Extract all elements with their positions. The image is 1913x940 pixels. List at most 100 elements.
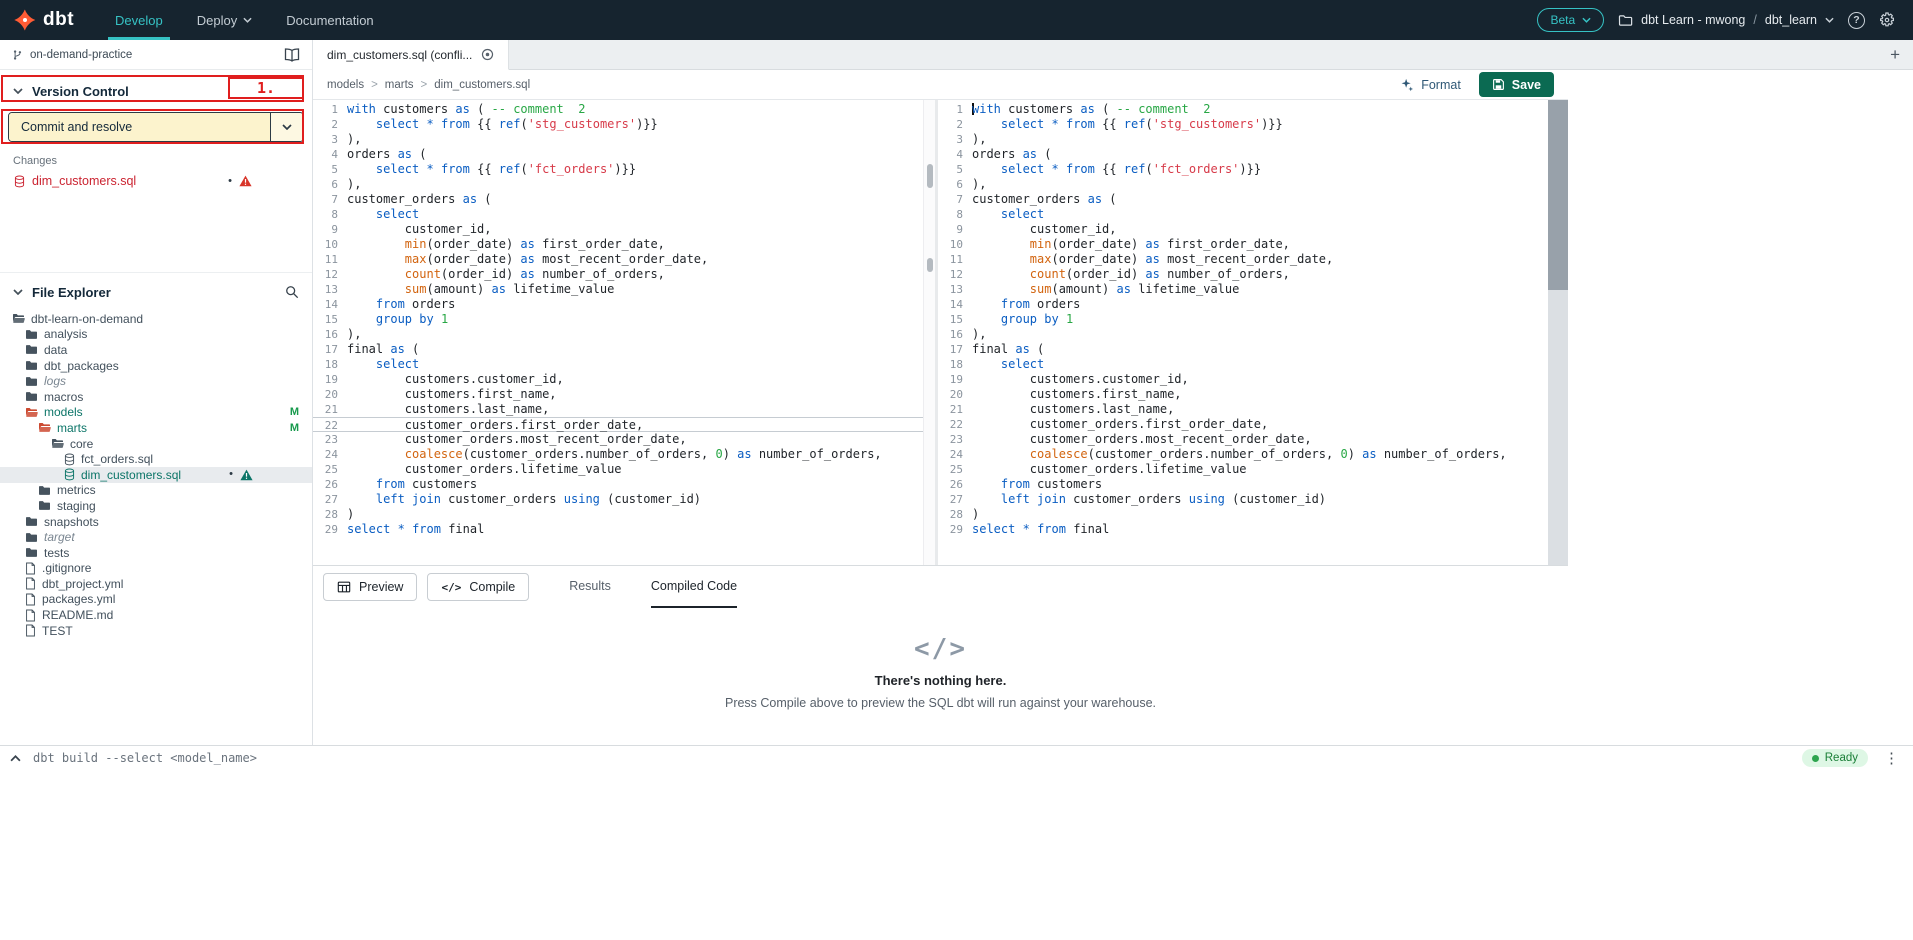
breadcrumb: models>marts>dim_customers.sql xyxy=(327,79,530,91)
results-panel: Preview </> Compile Results Compiled Code… xyxy=(313,565,1568,745)
line-number: 28 xyxy=(938,507,972,522)
code-line: 5 select * from {{ ref('fct_orders')}} xyxy=(313,162,923,177)
commit-dropdown-toggle[interactable] xyxy=(270,113,303,141)
code-line: 13 sum(amount) as lifetime_value xyxy=(938,282,1548,297)
tree-item-packages.yml[interactable]: packages.yml xyxy=(0,592,312,608)
kebab-menu-icon[interactable]: ⋮ xyxy=(1880,749,1903,767)
tree-item-dbt_project.yml[interactable]: dbt_project.yml xyxy=(0,576,312,592)
tree-item-data[interactable]: data xyxy=(0,342,312,358)
dbt-logo[interactable]: dbt xyxy=(0,0,98,40)
nav-item-documentation[interactable]: Documentation xyxy=(269,0,390,40)
nav-item-deploy[interactable]: Deploy xyxy=(180,0,269,40)
tree-item-label: fct_orders.sql xyxy=(81,452,153,466)
preview-button[interactable]: Preview xyxy=(323,573,417,601)
changes-label: Changes xyxy=(0,155,312,167)
code-editor-left[interactable]: 1with customers as ( -- comment 22 selec… xyxy=(313,100,923,565)
file-icon xyxy=(25,624,36,637)
tree-item-label: models xyxy=(44,405,83,419)
tree-item-target[interactable]: target xyxy=(0,529,312,545)
file-explorer-header[interactable]: File Explorer xyxy=(0,278,312,306)
tree-item-logs[interactable]: logs xyxy=(0,373,312,389)
code-line: 11 max(order_date) as most_recent_order_… xyxy=(313,252,923,267)
editor-tab-dim-customers[interactable]: dim_customers.sql (confli... xyxy=(313,40,509,70)
scrollbar-thumb[interactable] xyxy=(927,258,933,272)
code-line: 25 customer_orders.lifetime_value xyxy=(938,462,1548,477)
app-body: on-demand-practice Version Control Commi… xyxy=(0,40,1913,745)
tree-item-label: target xyxy=(44,530,75,544)
chevron-down-icon xyxy=(243,17,252,23)
beta-badge[interactable]: Beta xyxy=(1537,8,1604,32)
tree-item-analysis[interactable]: analysis xyxy=(0,327,312,343)
code-line: 9 customer_id, xyxy=(938,222,1548,237)
version-control-header[interactable]: Version Control xyxy=(0,77,312,105)
left-editor-scrollbar[interactable] xyxy=(923,100,935,565)
docs-book-icon[interactable] xyxy=(284,48,300,62)
compile-label: Compile xyxy=(469,580,515,594)
tree-item-snapshots[interactable]: snapshots xyxy=(0,514,312,530)
code-line: 19 customers.customer_id, xyxy=(313,372,923,387)
gear-icon[interactable] xyxy=(1879,12,1895,28)
tree-item-TEST[interactable]: TEST xyxy=(0,623,312,639)
tree-item-fct_orders.sql[interactable]: fct_orders.sql xyxy=(0,451,312,467)
line-number: 8 xyxy=(938,207,972,222)
chevron-up-icon[interactable] xyxy=(10,755,21,762)
tree-item-staging[interactable]: staging xyxy=(0,498,312,514)
line-number: 9 xyxy=(313,222,347,237)
tree-item-dim_customers.sql[interactable]: dim_customers.sql• xyxy=(0,467,312,483)
new-tab-icon[interactable]: + xyxy=(1877,45,1913,65)
code-line: 4orders as ( xyxy=(938,147,1548,162)
sparkle-icon xyxy=(1400,78,1414,92)
compile-button[interactable]: </> Compile xyxy=(427,573,529,601)
line-number: 19 xyxy=(938,372,972,387)
folder-open-icon xyxy=(25,407,38,418)
panel-tab-results[interactable]: Results xyxy=(569,566,611,608)
branch-row[interactable]: on-demand-practice xyxy=(0,40,312,70)
format-button[interactable]: Format xyxy=(1400,78,1461,92)
nav-item-develop[interactable]: Develop xyxy=(98,0,180,40)
project-label: dbt_learn xyxy=(1765,13,1817,27)
account-switcher[interactable]: dbt Learn - mwong / dbt_learn xyxy=(1618,13,1834,27)
tree-item-label: tests xyxy=(44,546,69,560)
main-lower: models>marts>dim_customers.sql Format Sa… xyxy=(313,70,1913,745)
sql-icon xyxy=(64,468,75,481)
breadcrumb-item[interactable]: dim_customers.sql xyxy=(434,79,530,91)
tree-item-tests[interactable]: tests xyxy=(0,545,312,561)
code-line: 14 from orders xyxy=(313,297,923,312)
tree-item-macros[interactable]: macros xyxy=(0,389,312,405)
unsaved-dot: • xyxy=(229,469,233,480)
line-number: 11 xyxy=(938,252,972,267)
command-input[interactable]: dbt build --select <model_name> xyxy=(33,751,257,765)
save-button[interactable]: Save xyxy=(1479,72,1554,97)
breadcrumb-item[interactable]: models xyxy=(327,79,364,91)
warning-icon xyxy=(239,175,252,187)
line-number: 1 xyxy=(313,102,347,117)
tree-item-label: data xyxy=(44,343,67,357)
tree-item-core[interactable]: core xyxy=(0,436,312,452)
unsaved-dot: • xyxy=(228,176,232,187)
tree-item-README.md[interactable]: README.md xyxy=(0,607,312,623)
code-line: 20 customers.first_name, xyxy=(938,387,1548,402)
code-line: 2 select * from {{ ref('stg_customers')}… xyxy=(938,117,1548,132)
scrollbar-thumb[interactable] xyxy=(1548,100,1568,290)
line-number: 4 xyxy=(938,147,972,162)
panel-tab-compiled-code[interactable]: Compiled Code xyxy=(651,566,737,608)
search-icon[interactable] xyxy=(285,285,299,299)
commit-and-resolve-button[interactable]: Commit and resolve xyxy=(8,112,304,142)
help-icon[interactable]: ? xyxy=(1848,12,1865,29)
changed-file-dim_customers.sql[interactable]: dim_customers.sql• xyxy=(0,170,312,192)
line-number: 25 xyxy=(313,462,347,477)
code-line: 22 customer_orders.first_order_date, xyxy=(313,417,923,432)
right-editor-scrollbar[interactable] xyxy=(1548,100,1568,565)
tree-item-marts[interactable]: martsM xyxy=(0,420,312,436)
tree-item-models[interactable]: modelsM xyxy=(0,405,312,421)
line-number: 15 xyxy=(313,312,347,327)
tree-item-metrics[interactable]: metrics xyxy=(0,483,312,499)
tree-item-.gitignore[interactable]: .gitignore xyxy=(0,561,312,577)
scrollbar-thumb[interactable] xyxy=(927,164,933,188)
code-editor-right[interactable]: 1with customers as ( -- comment 22 selec… xyxy=(938,100,1548,565)
tree-item-dbt_packages[interactable]: dbt_packages xyxy=(0,358,312,374)
right-empty-area xyxy=(1568,70,1913,745)
tree-item-dbt-learn-on-demand[interactable]: dbt-learn-on-demand xyxy=(0,311,312,327)
breadcrumb-item[interactable]: marts xyxy=(385,79,414,91)
nav-item-label: Documentation xyxy=(286,13,373,28)
